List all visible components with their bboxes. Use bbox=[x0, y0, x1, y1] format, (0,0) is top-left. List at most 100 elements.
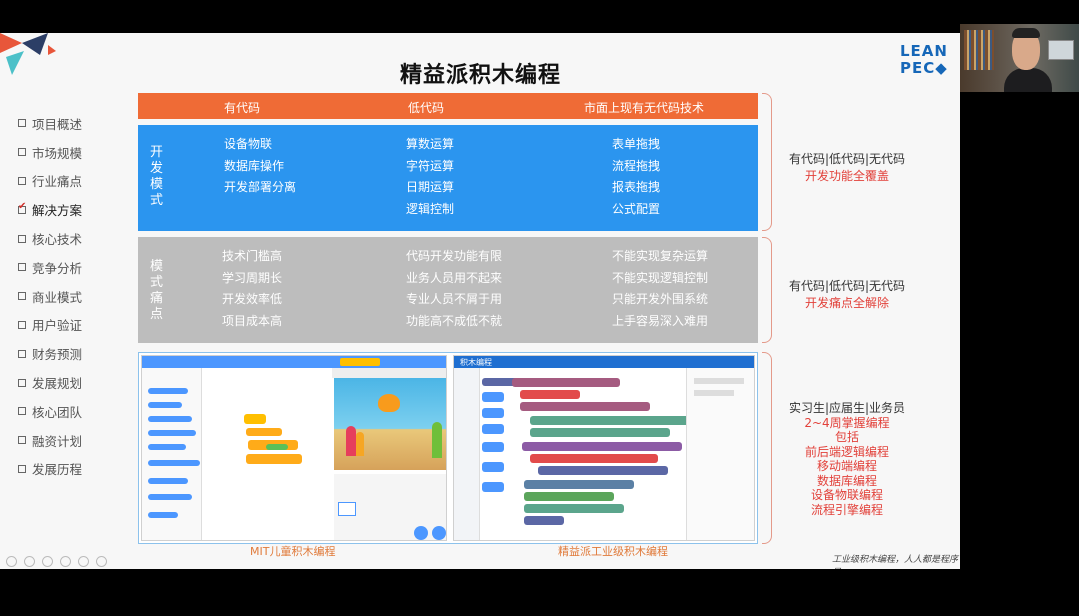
cell-text: 公式配置 bbox=[612, 201, 661, 216]
cell-text: 表单拖拽 bbox=[612, 137, 661, 151]
note-users-line: 前后端逻辑编程 bbox=[804, 444, 889, 459]
note-users-line: 数据库编程 bbox=[816, 473, 877, 488]
cell-text: 逻辑控制 bbox=[406, 201, 455, 216]
nav-item-label: 用户验证 bbox=[32, 318, 83, 334]
dev-col-code: 设备物联数据库操作开发部署分离 bbox=[224, 134, 296, 199]
header-row: 有代码 低代码 市面上现有无代码技术 bbox=[138, 93, 758, 119]
cell-text: 不能实现逻辑控制 bbox=[612, 270, 709, 285]
nav-item-label: 融资计划 bbox=[32, 433, 83, 449]
zoom-button[interactable] bbox=[78, 556, 89, 567]
checkbox-icon bbox=[18, 320, 26, 329]
cell-text: 只能开发外围系统 bbox=[612, 292, 709, 306]
checkbox-icon bbox=[18, 378, 26, 387]
checkbox-icon bbox=[18, 148, 26, 157]
cell-text: 设备物联 bbox=[224, 137, 273, 151]
brace-2 bbox=[762, 237, 772, 343]
cell-text: 日期运算 bbox=[406, 180, 455, 194]
dev-mode-block: 开发模式 设备物联 数据库操作 开发部署分离 算数运算 字符运算 日期运算 逻辑控制 表单… bbox=[138, 125, 758, 231]
checkbox-icon bbox=[18, 349, 26, 358]
cell-text: 报表拖拽 bbox=[612, 180, 661, 194]
cell-text: 开发效率低 bbox=[222, 292, 283, 306]
dev-col-nocode: 表单拖拽 流程拖拽 报表拖拽 公式配置 bbox=[612, 134, 660, 220]
caption-mit: MIT儿童积木编程 bbox=[250, 545, 336, 558]
nav-item-label: 核心团队 bbox=[32, 404, 83, 420]
note-coverage-types: 有代码|低代码|无代码 bbox=[788, 152, 906, 166]
header-col-lowcode: 低代码 bbox=[408, 101, 445, 115]
header-col-code: 有代码 bbox=[224, 101, 261, 115]
checkbox-icon bbox=[18, 263, 26, 272]
checked-box-icon bbox=[18, 201, 26, 214]
nav-item-7[interactable]: 用户验证 bbox=[18, 311, 82, 340]
view-button[interactable] bbox=[60, 556, 71, 567]
next-slide-button[interactable] bbox=[24, 556, 35, 567]
nav-item-8[interactable]: 财务预测 bbox=[18, 339, 82, 368]
pain-col-nocode: 不能实现复杂运算 不能实现逻辑控制 只能开发外围系统 上手容易深入难用 bbox=[612, 246, 708, 332]
note-pain-types: 有代码|低代码|无代码 bbox=[788, 279, 906, 293]
pain-col-lowcode: 代码开发功能有限 业务人员用不起来 专业人员不屑于用 功能高不成低不就 bbox=[406, 246, 502, 332]
cell-text: 专业人员不屑于用 bbox=[406, 292, 503, 306]
checkbox-icon bbox=[18, 176, 26, 185]
cell-text: 技术门槛高 bbox=[222, 249, 283, 263]
checkbox-icon bbox=[18, 119, 26, 128]
industrial-block-screenshot: 积木编程 bbox=[453, 355, 755, 541]
note-pain: 有代码|低代码|无代码 开发痛点全解除 bbox=[782, 277, 912, 311]
note-pain-text: 开发痛点全解除 bbox=[804, 296, 889, 310]
brand-line2: PEC◆ bbox=[900, 59, 948, 77]
slide-title: 精益派积木编程 bbox=[400, 63, 562, 88]
screenshots-panel: 积木编程 bbox=[138, 352, 758, 544]
nav-item-label: 核心技术 bbox=[32, 232, 83, 248]
header-col-nocode: 市面上现有无代码技术 bbox=[584, 101, 705, 115]
cell-text: 数据库操作 bbox=[224, 158, 285, 173]
note-users-line: 2~4周掌握编程 bbox=[804, 415, 890, 430]
nav-item-label: 解决方案 bbox=[32, 203, 83, 219]
nav-item-11[interactable]: 融资计划 bbox=[18, 426, 82, 455]
dev-mode-label: 开发模式 bbox=[150, 145, 164, 208]
checkbox-icon bbox=[18, 464, 26, 473]
checkbox-icon bbox=[18, 292, 26, 301]
note-users: 实习生|应届生|业务员 2~4周掌握编程 包括 前后端逻辑编程 移动端编程 数据库编程设… bbox=[782, 401, 912, 517]
nav-item-6[interactable]: 商业模式 bbox=[18, 282, 82, 311]
cell-text: 算数运算 bbox=[406, 137, 455, 151]
cell-text: 功能高不成低不就 bbox=[406, 313, 503, 328]
cell-text: 开发部署分离 bbox=[224, 180, 297, 194]
nav-item-10[interactable]: 核心团队 bbox=[18, 397, 82, 426]
nav-item-label: 竞争分析 bbox=[32, 260, 83, 276]
nav-item-4[interactable]: 核心技术 bbox=[18, 224, 82, 253]
cell-text: 代码开发功能有限 bbox=[406, 249, 503, 263]
presentation-slide: 精益派积木编程 LEAN PEC◆ 项目概述市场规模行业痛点解决方案核心技术竞争… bbox=[0, 33, 960, 569]
prev-slide-button[interactable] bbox=[6, 556, 17, 567]
brand-line1: LEAN bbox=[900, 42, 948, 60]
caption-industrial: 精益派工业级积木编程 bbox=[558, 545, 668, 558]
cell-text: 项目成本高 bbox=[222, 313, 283, 328]
brace-1 bbox=[762, 93, 772, 231]
nav-item-12[interactable]: 发展历程 bbox=[18, 455, 82, 484]
more-button[interactable] bbox=[96, 556, 107, 567]
checkbox-icon bbox=[18, 436, 26, 445]
app-title: 积木编程 bbox=[460, 358, 492, 367]
nav-item-0[interactable]: 项目概述 bbox=[18, 109, 82, 138]
nav-item-9[interactable]: 发展规划 bbox=[18, 368, 82, 397]
pain-points-label: 模式痛点 bbox=[150, 259, 164, 322]
dev-col-lowcode: 算数运算 字符运算 日期运算 逻辑控制 bbox=[406, 134, 454, 220]
nav-item-label: 项目概述 bbox=[32, 116, 83, 132]
nav-item-label: 财务预测 bbox=[32, 347, 83, 363]
nav-item-5[interactable]: 竞争分析 bbox=[18, 253, 82, 282]
checkbox-icon bbox=[18, 234, 26, 243]
nav-item-label: 商业模式 bbox=[32, 289, 83, 305]
brace-3 bbox=[762, 352, 772, 544]
nav-item-3[interactable]: 解决方案 bbox=[18, 195, 82, 224]
nav-item-1[interactable]: 市场规模 bbox=[18, 138, 82, 167]
nav-item-label: 发展历程 bbox=[32, 462, 83, 478]
nav-item-2[interactable]: 行业痛点 bbox=[18, 167, 82, 196]
pain-col-code: 技术门槛高 学习周期长 开发效率低 项目成本高 bbox=[222, 246, 282, 332]
note-coverage: 有代码|低代码|无代码 开发功能全覆盖 bbox=[782, 150, 912, 184]
note-coverage-text: 开发功能全覆盖 bbox=[804, 169, 889, 183]
note-users-line: 包括 bbox=[834, 430, 859, 444]
nav-item-label: 发展规划 bbox=[32, 376, 83, 392]
cell-text: 业务人员用不起来 bbox=[406, 270, 503, 285]
scratch-screenshot bbox=[141, 355, 447, 541]
sidebar-nav: 项目概述市场规模行业痛点解决方案核心技术竞争分析商业模式用户验证财务预测发展规划… bbox=[18, 109, 82, 483]
pain-points-block: 模式痛点 技术门槛高 学习周期长 开发效率低 项目成本高 代码开发功能有限 业务人员用不… bbox=[138, 237, 758, 343]
brand-logo: LEAN PEC◆ bbox=[900, 43, 948, 77]
pen-tool-button[interactable] bbox=[42, 556, 53, 567]
